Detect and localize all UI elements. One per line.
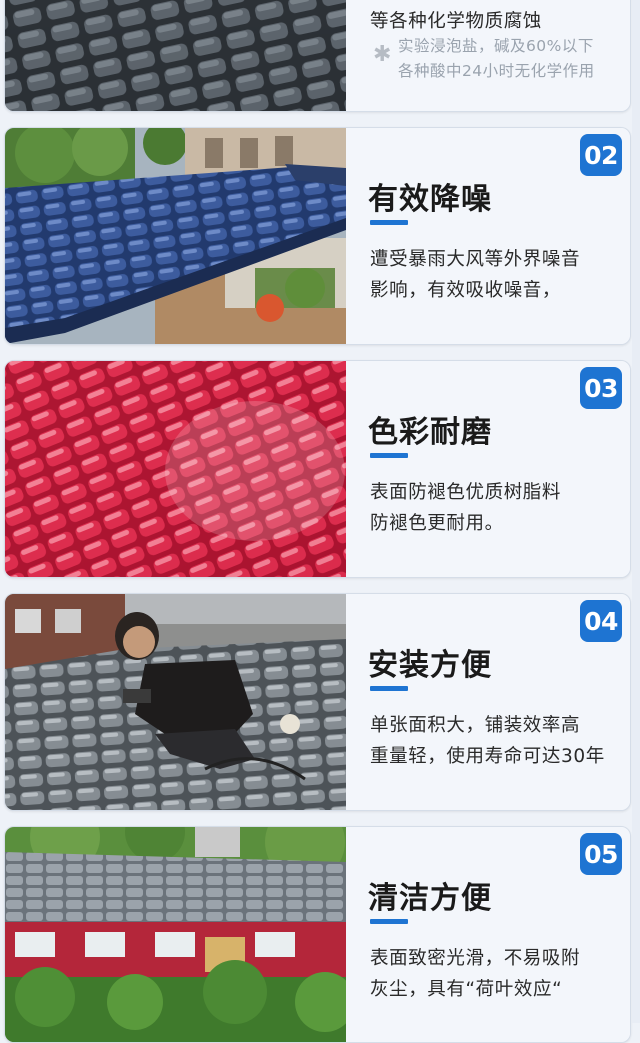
description-line: 防褪色更耐用。: [370, 513, 504, 534]
feature-description-tail: 等各种化学物质腐蚀: [370, 11, 542, 32]
feature-card-noise: 02 有效降噪 遭受暴雨大风等外界噪音 影响，有效吸收噪音，: [4, 127, 631, 345]
feature-description: 表面防褪色优质树脂料 防褪色更耐用。: [370, 477, 622, 539]
feature-text-panel: 等各种化学物质腐蚀 ✱ 实验浸泡盐，碱及60%以下 各种酸中24小时无化学作用: [346, 0, 630, 111]
description-line: 影响，有效吸收噪音，: [370, 280, 562, 301]
asterisk-icon: ✱: [373, 42, 392, 67]
description-line: 表面防褪色优质树脂料: [370, 482, 562, 503]
description-line: 遭受暴雨大风等外界噪音: [370, 249, 581, 270]
description-line: 重量轻，使用寿命可达30年: [370, 746, 605, 767]
test-note: ✱ 实验浸泡盐，碱及60%以下 各种酸中24小时无化学作用: [373, 34, 595, 84]
feature-card-installation: 04 安装方便 单张面积大，铺装效率高 重量轻，使用寿命可达30年: [4, 593, 631, 811]
feature-text-panel: 03 色彩耐磨 表面防褪色优质树脂料 防褪色更耐用。: [346, 361, 630, 577]
description-line: 表面致密光滑，不易吸附: [370, 948, 581, 969]
feature-title: 色彩耐磨: [368, 415, 492, 450]
feature-text-panel: 04 安装方便 单张面积大，铺装效率高 重量轻，使用寿命可达30年: [346, 594, 630, 810]
feature-text-panel: 02 有效降噪 遭受暴雨大风等外界噪音 影响，有效吸收噪音，: [346, 128, 630, 344]
feature-description: 遭受暴雨大风等外界噪音 影响，有效吸收噪音，: [370, 244, 622, 306]
installation-photo: [5, 594, 346, 810]
feature-text-panel: 05 清洁方便 表面致密光滑，不易吸附 灰尘，具有“荷叶效应“: [346, 827, 630, 1042]
feature-number-badge: 05: [580, 833, 622, 875]
feature-card-color: 03 色彩耐磨 表面防褪色优质树脂料 防褪色更耐用。: [4, 360, 631, 578]
feature-description: 表面致密光滑，不易吸附 灰尘，具有“荷叶效应“: [370, 943, 622, 1005]
note-line: 各种酸中24小时无化学作用: [397, 62, 595, 80]
feature-title: 清洁方便: [368, 881, 492, 916]
description-line: 灰尘，具有“荷叶效应“: [370, 979, 563, 1000]
feature-number-badge: 04: [580, 600, 622, 642]
feature-card-cleaning: 05 清洁方便 表面致密光滑，不易吸附 灰尘，具有“荷叶效应“: [4, 826, 631, 1043]
house-roof-photo: [5, 827, 346, 1042]
feature-number-badge: 03: [580, 367, 622, 409]
feature-title: 有效降噪: [368, 182, 492, 217]
feature-number-badge: 02: [580, 134, 622, 176]
page-edge-strip: [632, 0, 640, 1023]
description-line: 单张面积大，铺装效率高: [370, 715, 581, 736]
feature-title: 安装方便: [368, 648, 492, 683]
feature-description: 单张面积大，铺装效率高 重量轻，使用寿命可达30年: [370, 710, 622, 772]
title-accent-bar: [370, 220, 408, 225]
note-line: 实验浸泡盐，碱及60%以下: [397, 37, 594, 55]
feature-card-chemical: 等各种化学物质腐蚀 ✱ 实验浸泡盐，碱及60%以下 各种酸中24小时无化学作用: [4, 0, 631, 112]
blue-tile-roof-photo: [5, 128, 346, 344]
red-tile-roof-photo: [5, 361, 346, 577]
title-accent-bar: [370, 686, 408, 691]
grey-tile-roof-photo: [5, 0, 346, 111]
title-accent-bar: [370, 453, 408, 458]
title-accent-bar: [370, 919, 408, 924]
